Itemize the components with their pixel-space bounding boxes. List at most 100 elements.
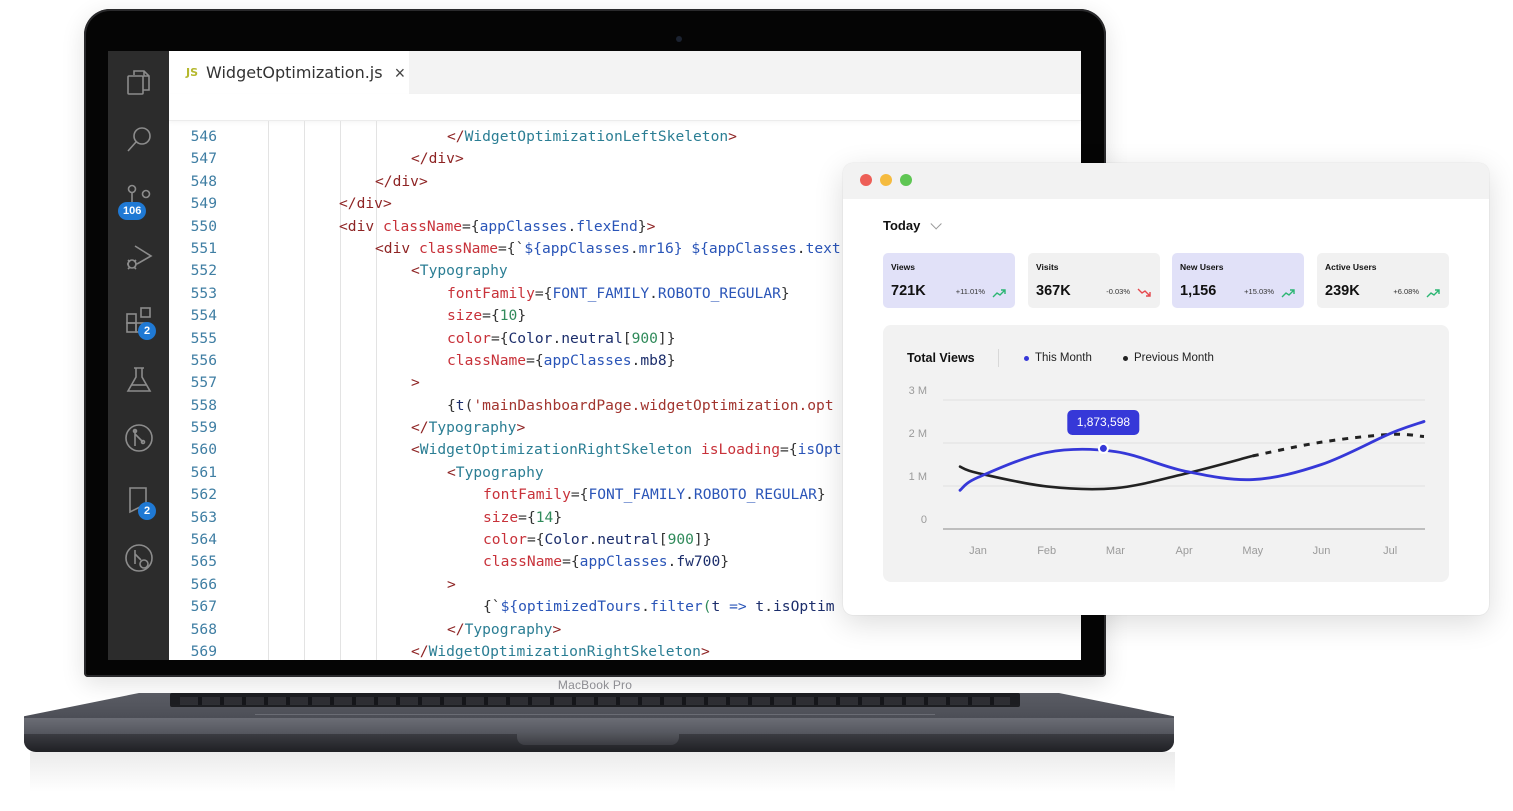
run-debug-icon: [127, 245, 153, 270]
activity-remote-explorer[interactable]: [120, 539, 158, 577]
code-token: FONT_FAMILY: [552, 284, 650, 302]
series-line-this-month: [958, 420, 1426, 492]
activity-explorer[interactable]: [120, 63, 158, 101]
activity-testing[interactable]: [120, 361, 158, 399]
line-number: 555: [190, 329, 217, 347]
code-line[interactable]: 568 </Typography>: [169, 619, 1081, 641]
code-token: WidgetOptimizationRightSkeleton: [419, 441, 701, 459]
line-number: 548: [190, 172, 217, 190]
line-number: 569: [190, 642, 217, 660]
line-content: fontFamily={FONT_FAMILY.ROBOTO_REGULAR}: [483, 484, 826, 506]
code-token: 900: [667, 531, 694, 549]
trackpad-edge: [255, 714, 935, 715]
code-token: Color: [508, 329, 553, 347]
code-token: }: [720, 553, 730, 571]
line-number: 554: [190, 307, 217, 325]
javascript-file-icon: JS: [186, 66, 199, 79]
editor-tab-bar: JS WidgetOptimization.js ×: [169, 51, 1081, 94]
camera: [676, 36, 682, 42]
tab-widget-optimization[interactable]: JS WidgetOptimization.js ×: [169, 51, 409, 94]
y-tick-label: 0: [921, 514, 927, 526]
code-token: ]}: [657, 329, 676, 347]
x-tick-label: Jan: [969, 545, 987, 557]
line-number: 568: [190, 620, 217, 638]
line-number: 558: [190, 396, 217, 414]
stat-change: +6.08%: [1393, 287, 1419, 296]
stat-title: Views: [891, 262, 915, 272]
code-token: }: [666, 351, 676, 369]
code-token: >: [382, 195, 392, 213]
activity-extensions[interactable]: 2: [120, 301, 158, 340]
x-tick-label: Feb: [1037, 545, 1056, 557]
stat-card-active-users[interactable]: Active Users 239K +6.08%: [1317, 253, 1449, 308]
code-token: >: [552, 620, 562, 638]
code-token: }: [780, 284, 790, 302]
stat-card-views[interactable]: Views 721K +11.01%: [883, 253, 1015, 308]
line-number: 547: [190, 150, 217, 168]
code-token: .: [552, 329, 562, 347]
activity-search[interactable]: [120, 121, 158, 159]
code-token: 'mainDashboardPage.widgetOptimization.op…: [473, 396, 834, 414]
code-token: }: [517, 307, 527, 325]
highlight-point: [1097, 442, 1109, 454]
code-line[interactable]: 546 </WidgetOptimizationLeftSkeleton>: [169, 126, 1081, 148]
y-tick-label: 1 M: [909, 471, 927, 483]
line-chart: 0 1 M 2 M 3 M Jan Feb Mar Apr May Jun Jul: [909, 385, 1426, 557]
code-token: .: [764, 598, 774, 616]
activity-source-control[interactable]: 106: [118, 179, 158, 220]
code-token: WidgetOptimizationLeftSkeleton: [464, 128, 729, 145]
activity-run-debug[interactable]: [120, 239, 158, 277]
code-token: >: [516, 419, 526, 437]
stat-change: -0.03%: [1106, 287, 1130, 296]
activity-pull-requests[interactable]: 2: [120, 481, 158, 520]
close-icon[interactable]: ×: [395, 64, 406, 82]
x-tick-label: Mar: [1106, 545, 1125, 557]
code-token: .: [685, 486, 694, 504]
period-dropdown[interactable]: Today: [883, 217, 943, 233]
line-content: </WidgetOptimizationRightSkeleton>: [411, 641, 710, 660]
code-token: 10: [499, 307, 518, 325]
activity-git-graph[interactable]: [120, 419, 158, 457]
code-token: </: [339, 195, 357, 213]
code-token: className: [382, 217, 463, 235]
line-number: 551: [190, 239, 217, 257]
trending-up-icon: [1281, 289, 1295, 298]
line-content: size={14}: [483, 507, 562, 529]
code-token: >: [700, 642, 710, 660]
laptop-deck: [24, 718, 1174, 734]
y-tick-label: 3 M: [909, 385, 927, 397]
code-token: <div: [375, 239, 419, 257]
total-views-card: Total Views This Month Previous Month 01…: [883, 325, 1449, 582]
keyboard-keys: [180, 697, 1010, 705]
code-token: ={`: [498, 239, 525, 257]
code-token: className: [447, 351, 527, 369]
line-number: 560: [190, 441, 217, 459]
stat-card-visits[interactable]: Visits 367K -0.03%: [1028, 253, 1160, 308]
laptop-shadow: [30, 752, 1175, 792]
code-token: size: [483, 508, 519, 526]
line-content: {t('mainDashboardPage.widgetOptimization…: [447, 395, 834, 417]
code-line[interactable]: 569 </WidgetOptimizationRightSkeleton>: [169, 641, 1081, 660]
pull-requests-badge: 2: [138, 502, 156, 520]
trending-up-icon: [1426, 289, 1440, 298]
code-token: Typography: [464, 620, 553, 638]
code-token: </: [447, 620, 465, 638]
code-token: <: [447, 463, 456, 481]
maximize-window-button[interactable]: [900, 174, 912, 186]
stat-title: Active Users: [1325, 262, 1377, 272]
stat-card-new-users[interactable]: New Users 1,156 +15.03%: [1172, 253, 1304, 308]
minimize-window-button[interactable]: [880, 174, 892, 186]
code-token: color: [447, 329, 491, 347]
code-token: .: [567, 217, 577, 235]
line-content: {`${optimizedTours.filter(t => t.isOptim: [483, 596, 835, 618]
code-token: t: [711, 598, 730, 616]
code-token: ={: [490, 329, 509, 347]
close-window-button[interactable]: [860, 174, 872, 186]
code-token: Typography: [455, 463, 544, 481]
line-content: </Typography>: [411, 417, 525, 439]
chevron-down-icon: [930, 217, 943, 230]
code-token: ROBOTO_REGULAR: [657, 284, 781, 302]
code-token: ={: [518, 508, 536, 526]
line-number: 552: [190, 262, 217, 280]
laptop-brand-label: MacBook Pro: [557, 678, 633, 692]
